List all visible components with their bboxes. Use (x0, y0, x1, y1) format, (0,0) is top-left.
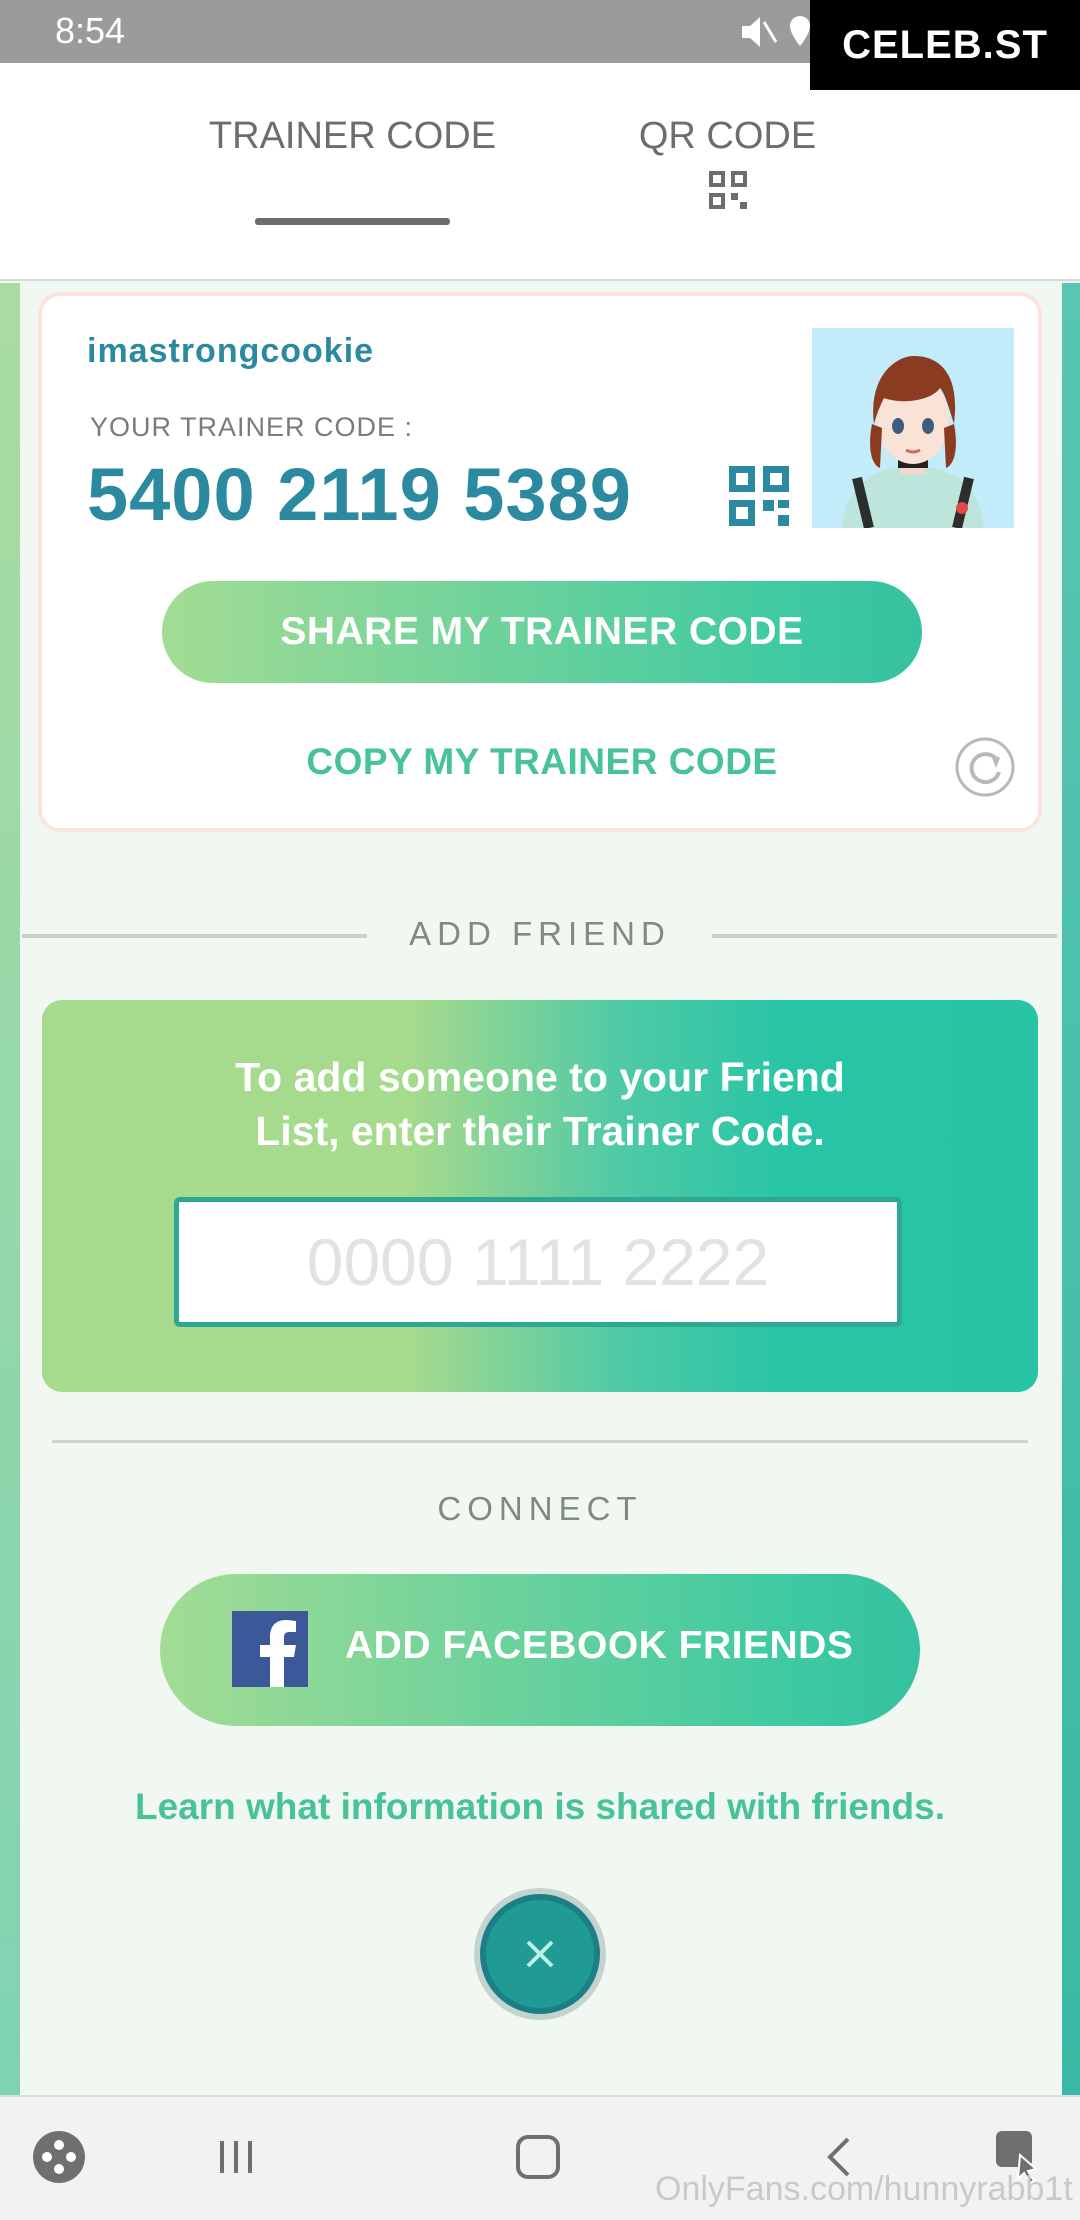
overlay-logo: CELEB.ST (810, 0, 1080, 90)
share-trainer-code-button[interactable]: SHARE MY TRAINER CODE (162, 581, 922, 683)
mute-icon (742, 17, 778, 47)
avatar-figure (842, 356, 984, 528)
copy-trainer-code-link[interactable]: COPY MY TRAINER CODE (162, 741, 922, 783)
status-time: 8:54 (55, 10, 126, 51)
add-friend-panel: To add someone to your Friend List, ente… (42, 1000, 1038, 1392)
location-icon (790, 16, 810, 46)
instructions-line-1: To add someone to your Friend (235, 1054, 845, 1100)
trainer-username: imastrongcookie (87, 332, 375, 370)
facebook-icon (232, 1611, 308, 1687)
watermark-text: OnlyFans.com/hunnyrabb1t (655, 2170, 1073, 2208)
instructions-line-2: List, enter their Trainer Code. (255, 1108, 825, 1154)
trainer-code-input[interactable] (174, 1197, 902, 1327)
add-facebook-friends-button[interactable]: ADD FACEBOOK FRIENDS (160, 1574, 920, 1726)
close-button-inner (480, 1894, 600, 2014)
trainer-code-label: YOUR TRAINER CODE : (90, 412, 414, 442)
game-launcher-icon[interactable] (29, 2127, 89, 2187)
status-icons (742, 16, 810, 47)
close-icon (526, 1940, 554, 1968)
trainer-code-value: 5400 2119 5389 (87, 453, 632, 536)
add-friend-instructions: To add someone to your Friend List, ente… (42, 1050, 1038, 1158)
recents-icon[interactable] (208, 2127, 268, 2187)
tab-qr-code[interactable]: QR CODE (600, 115, 855, 158)
active-tab-indicator (255, 218, 450, 225)
learn-more-link[interactable]: Learn what information is shared with fr… (0, 1786, 1080, 1828)
connect-heading: CONNECT (437, 1490, 643, 1527)
tab-bar: TRAINER CODE QR CODE (0, 63, 1080, 281)
refresh-icon[interactable] (954, 736, 1016, 798)
facebook-button-label: ADD FACEBOOK FRIENDS (345, 1624, 854, 1667)
trainer-avatar (812, 328, 1014, 528)
close-button[interactable] (474, 1888, 606, 2020)
qr-code-icon[interactable] (729, 466, 789, 526)
tab-trainer-code[interactable]: TRAINER CODE (150, 115, 555, 158)
divider (52, 1440, 1028, 1443)
trainer-card: imastrongcookie YOUR TRAINER CODE : 5400… (38, 292, 1042, 832)
home-icon[interactable] (508, 2127, 568, 2187)
divider (712, 934, 1057, 938)
qr-code-icon[interactable] (709, 171, 747, 209)
